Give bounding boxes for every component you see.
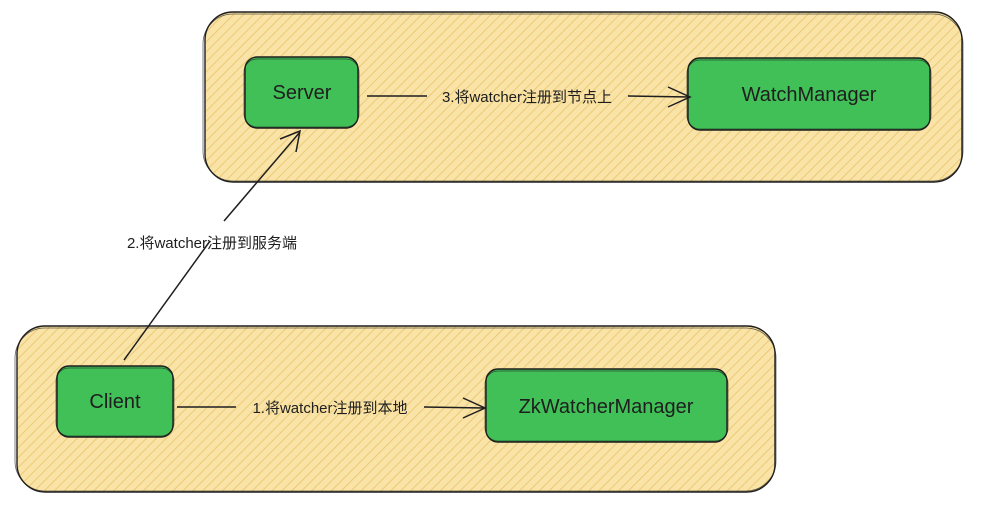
arrow-line [423,406,485,409]
watch-manager-node[interactable]: WatchManager [686,57,932,131]
edge-label-step-2: 2.将watcher注册到服务端 [127,235,297,252]
server-label: Server [273,82,332,104]
zk-watcher-manager-node[interactable]: ZkWatcherManager [484,368,729,443]
architecture-diagram: Server WatchManager Client ZkWatcherMana… [14,11,964,493]
arrow-line [627,95,691,98]
edge-label-step-1: 1.将watcher注册到本地 [252,400,407,417]
server-node[interactable]: Server [243,56,360,129]
zk-watcher-manager-label: ZkWatcherManager [519,396,694,418]
watch-manager-label: WatchManager [742,84,877,106]
client-label: Client [89,391,141,413]
edge-label-step-3: 3.将watcher注册到节点上 [442,89,612,106]
client-node[interactable]: Client [55,365,175,438]
